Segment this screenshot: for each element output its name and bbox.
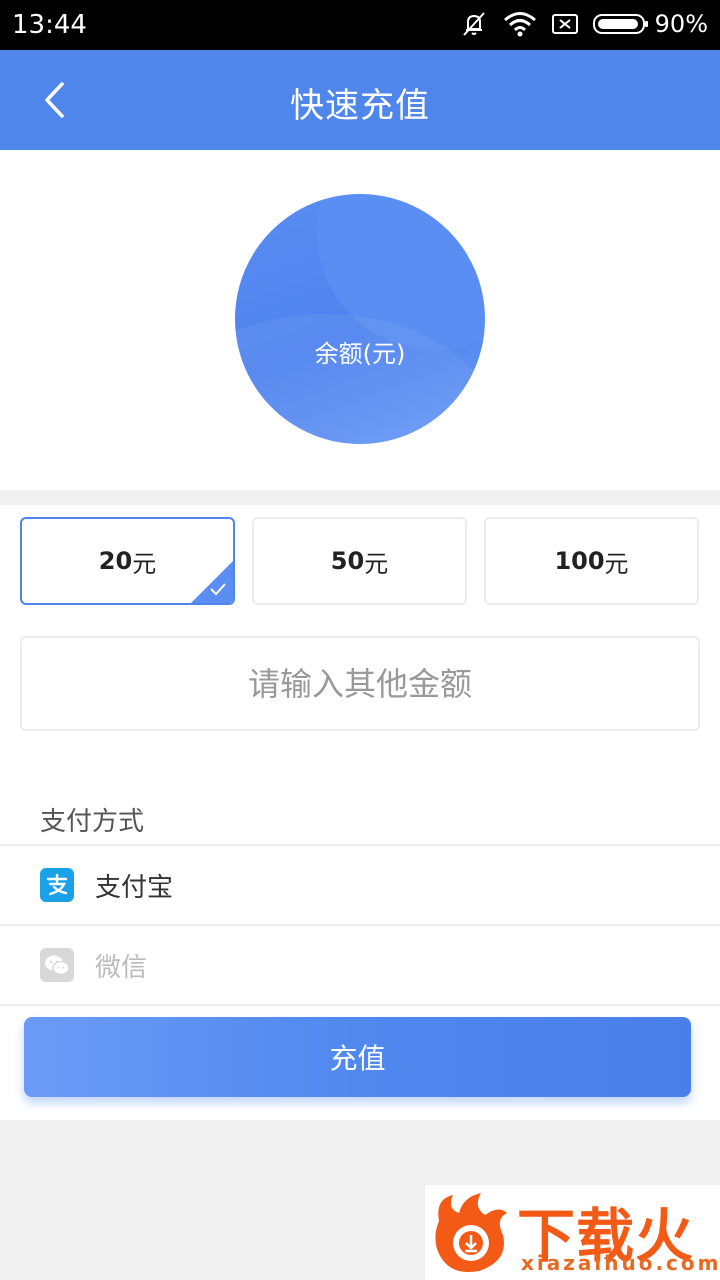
amount-unit: 元 [132,549,157,578]
divider [0,1004,720,1006]
amount-number: 50 [330,547,365,575]
alipay-icon [40,868,74,902]
payment-option-alipay[interactable]: 支付宝 [0,846,720,924]
flame-logo-icon [435,1193,507,1273]
amount-unit: 元 [364,549,389,578]
payment-label: 微信 [95,952,148,983]
balance-circle: 余额(元) [235,194,485,444]
check-icon [210,583,226,596]
watermark: 下载火 xiazaihuo.com [425,1185,720,1280]
mute-bell-icon [462,12,485,36]
payment-label: 支付宝 [95,872,174,903]
amount-option-100[interactable]: 100 元 [484,517,699,605]
battery-icon [592,14,648,34]
amount-number: 20 [98,547,133,575]
amount-option-50[interactable]: 50 元 [252,517,467,605]
amount-number: 100 [554,547,605,575]
wifi-icon [503,12,536,37]
payment-method-title: 支付方式 [40,807,145,837]
battery-level: 90% [654,10,708,38]
payment-option-wechat[interactable]: 微信 [0,926,720,1004]
watermark-url: xiazaihuo.com [521,1251,720,1275]
balance-section: 余额(元) [0,150,720,490]
recharge-button[interactable]: 充值 [24,1017,691,1097]
recharge-panel: 20元 50元 100元 支付方式 支付宝 [0,505,720,1120]
wechat-icon [40,948,74,982]
status-time: 13:44 [12,10,87,40]
page-title: 快速充值 [290,86,430,126]
balance-label: 余额(元) [314,340,406,368]
other-amount-input[interactable] [20,636,700,731]
status-bar: 13:44 90% [0,0,720,50]
nav-bar: 快速充值 [0,50,720,150]
battery: 90% [592,10,708,38]
no-sim-icon [551,14,578,34]
status-icons: 90% [459,9,708,39]
amount-option-20[interactable]: 20 元 [20,517,235,605]
amount-unit: 元 [604,549,629,578]
